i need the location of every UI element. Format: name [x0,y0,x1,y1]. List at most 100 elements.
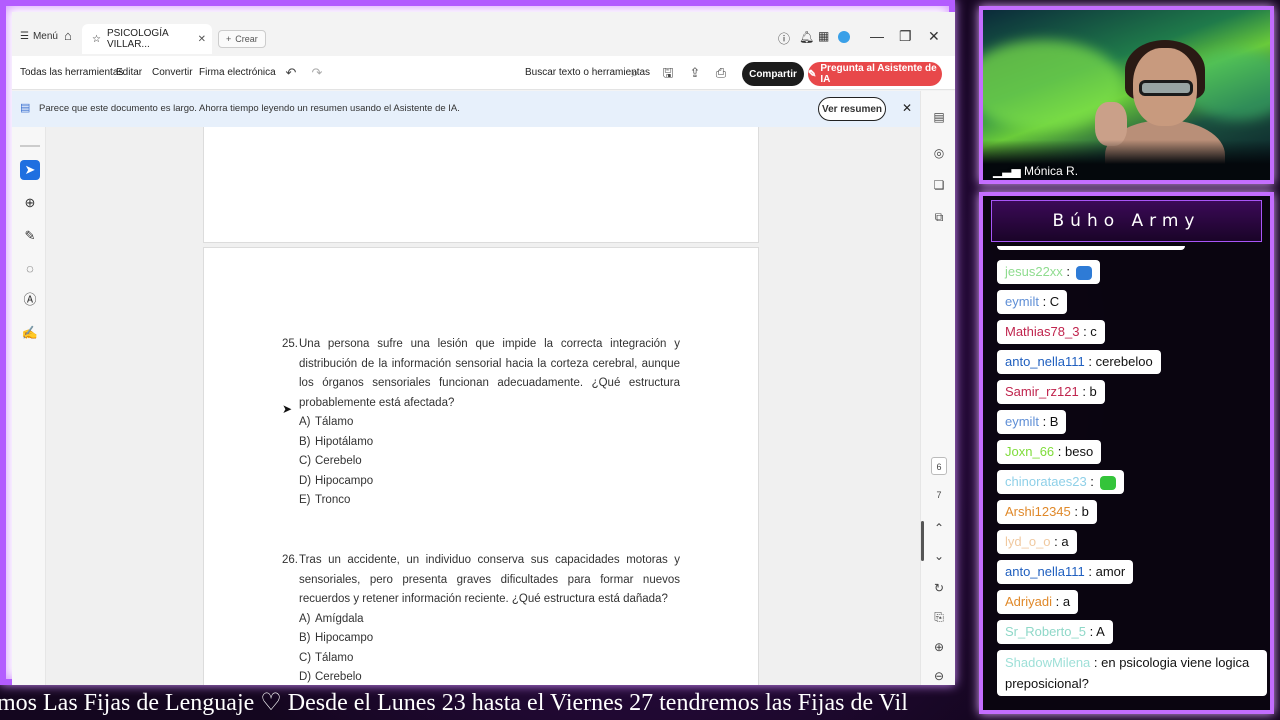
help-icon[interactable]: ⓘ [778,30,790,47]
webcam-name-tag: ▁▃▅ Mónica R. [993,164,1078,178]
question-26: 26. Tras un accidente, un individuo cons… [282,551,680,685]
chat-separator: : [1054,444,1065,459]
chat-username[interactable]: Sr_Roberto_5 [1005,624,1086,639]
chat-message-list[interactable]: jesus22xx : eymilt : C Mathias78_3 : c ant… [987,246,1270,710]
select-cursor-icon[interactable]: ➤ [20,160,40,180]
chat-title: Búho Army [991,200,1262,242]
chat-text: b [1081,504,1089,519]
ai-assistant-button[interactable]: ✎ Pregunta al Asistente de IA [808,62,942,86]
document-viewer[interactable]: 25. Una persona sufre una lesión que imp… [46,127,920,685]
edit-link[interactable]: Editar [116,67,142,78]
signal-bars-icon: ▁▃▅ [993,164,1021,178]
undo-icon[interactable]: ↶ [282,64,300,82]
home-icon[interactable]: ⌂ [64,28,72,43]
chat-text: C [1049,294,1060,309]
page-number-current[interactable]: 6 [931,457,947,475]
option-e: E) Tronco [299,494,351,506]
streamer-name: Mónica R. [1024,164,1079,178]
view-summary-button[interactable]: Ver resumen [818,97,886,121]
option-b: B) Hipocampo [299,632,374,644]
ai-assistant-label: Pregunta al Asistente de IA [820,63,937,85]
chat-username[interactable]: anto_nella111 [1005,564,1085,579]
page-number-next[interactable]: 7 [931,486,947,504]
chat-username[interactable]: Adriyadi [1005,594,1052,609]
scrollbar-thumb[interactable] [921,521,924,561]
close-window-icon[interactable]: ✕ [928,28,940,45]
bookmark-icon[interactable]: ❏ [930,176,948,194]
chat-message: lyd_o_o : a [997,530,1077,554]
zoom-out-icon[interactable]: ⊖ [930,667,948,685]
copy-pages-icon[interactable]: ⧉ [930,208,948,226]
question-number: 26. [282,554,298,566]
tab-bar: ☰ Menú ⌂ ☆ PSICOLOGÍA VILLAR... ✕ + Crea… [12,22,955,56]
chat-separator: : [1078,384,1090,399]
redo-icon[interactable]: ↷ [308,64,326,82]
chat-username[interactable]: eymilt [1005,294,1039,309]
create-button[interactable]: + Crear [218,30,266,48]
option-a: A) Amígdala [299,612,364,625]
chat-username[interactable]: jesus22xx [1005,264,1063,279]
chat-text: a [1062,594,1071,609]
minimize-icon[interactable]: — [870,28,884,44]
all-tools-link[interactable]: Todas las herramientas [20,67,123,78]
chat-message: Samir_rz121 : b [997,380,1105,404]
tab-title: PSICOLOGÍA VILLAR... [106,28,169,50]
search-icon[interactable]: ⌕ [626,64,644,82]
page-fit-icon[interactable]: ⎘ [930,608,948,626]
chat-message: Adriyadi : a [997,590,1079,614]
tab-document[interactable]: ☆ PSICOLOGÍA VILLAR... ✕ [82,24,212,54]
text-box-icon[interactable]: Ⓐ [20,290,40,310]
comment-icon[interactable]: ◎ [930,144,948,162]
chevron-up-icon[interactable]: ⌃ [930,519,948,537]
chat-separator: : [1050,534,1062,549]
ai-panel-icon[interactable]: ▤ [930,108,948,126]
close-tab-icon[interactable]: ✕ [198,34,206,45]
upload-icon[interactable]: ⇪ [686,64,704,82]
maximize-icon[interactable]: ❐ [899,28,912,45]
menu-button[interactable]: ☰ Menú [20,31,58,42]
chat-separator: : [1079,324,1091,339]
chat-text: a [1061,534,1069,549]
lasso-icon[interactable]: ◌ [20,259,40,279]
chat-text: A [1096,624,1105,639]
sign-icon[interactable]: ✍ [20,323,40,343]
esign-link[interactable]: Firma electrónica [199,67,276,78]
zoom-in-icon[interactable]: ⊕ [930,638,948,656]
glasses-icon [1139,80,1193,96]
chat-panel: Búho Army jesus22xx : eymilt : C Mathias7… [979,192,1274,714]
chat-message-partial [997,246,1185,250]
chat-text: beso [1065,444,1094,459]
chat-message: jesus22xx : [997,260,1100,284]
bell-icon[interactable]: 🔔︎ [799,30,814,44]
option-c: C) Tálamo [299,651,354,664]
apps-grid-icon[interactable]: ▦ [818,29,829,43]
menu-label: Menú [32,31,58,42]
chevron-down-icon[interactable]: ⌄ [930,547,948,565]
option-a: A) Tálamo [299,416,354,428]
chat-separator: : [1084,564,1096,579]
share-button[interactable]: Compartir [742,62,804,86]
chat-username[interactable]: Arshi12345 [1005,504,1071,519]
save-icon[interactable]: 🖫 [659,64,677,82]
print-icon[interactable]: ⎙ [712,64,730,82]
close-banner-icon[interactable]: ✕ [902,101,912,115]
convert-link[interactable]: Convertir [152,67,193,78]
chat-username[interactable]: anto_nella111 [1005,354,1085,369]
chat-text: cerebeloo [1095,354,1153,369]
pen-icon[interactable]: ✎ [20,226,40,246]
chat-username[interactable]: ShadowMilena [1005,655,1090,670]
zoom-comment-icon[interactable]: ⊕ [20,193,40,213]
profile-icon[interactable] [838,30,850,46]
chat-username[interactable]: eymilt [1005,414,1039,429]
chat-username[interactable]: lyd_o_o [1005,534,1051,549]
chat-message: Mathias78_3 : c [997,320,1105,344]
chat-message: eymilt : C [997,290,1068,314]
news-ticker: mos Las Fijas de Lenguaje ♡ Desde el Lun… [0,686,955,720]
chat-username[interactable]: Joxn_66 [1005,444,1054,459]
chat-username[interactable]: chinorataes23 [1005,474,1087,489]
refresh-icon[interactable]: ↻ [930,579,948,597]
chat-username[interactable]: Mathias78_3 [1005,324,1079,339]
chat-message: anto_nella111 : cerebeloo [997,350,1161,374]
question-stem: Una persona sufre una lesión que impide … [299,338,680,409]
chat-username[interactable]: Samir_rz121 [1005,384,1079,399]
